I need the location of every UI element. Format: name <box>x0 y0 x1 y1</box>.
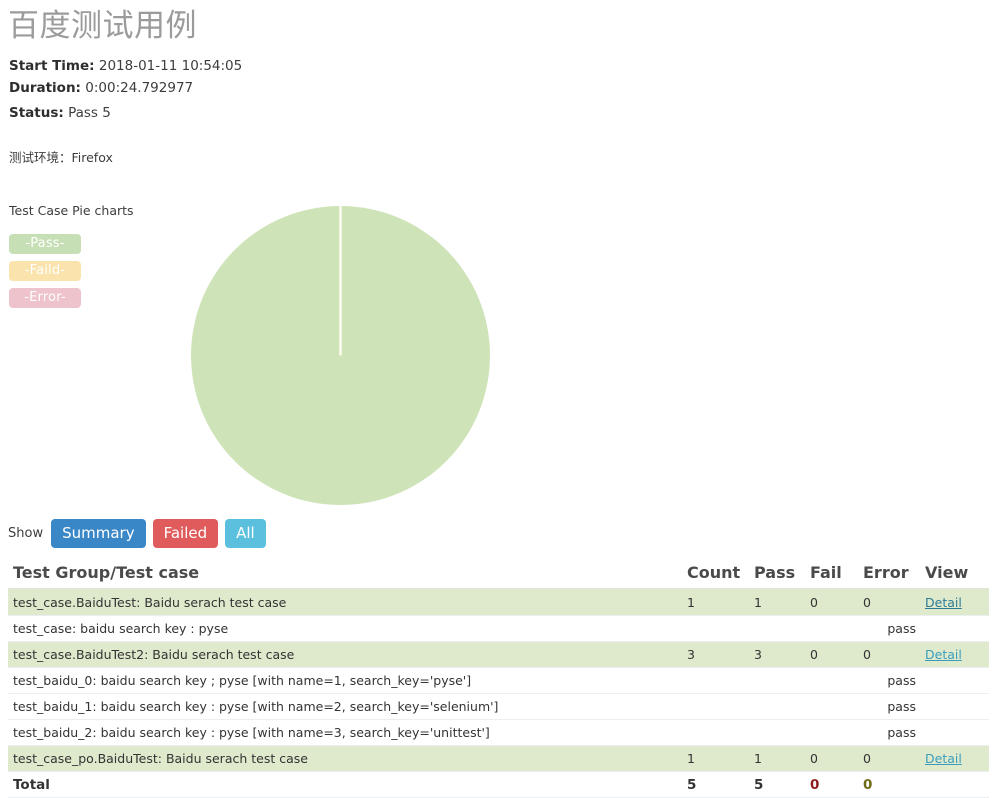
total-error-cell: 0 <box>858 771 920 798</box>
column-header-error[interactable]: Error <box>858 558 920 590</box>
count-cell: 3 <box>682 641 749 668</box>
column-header-fail[interactable]: Fail <box>805 558 858 590</box>
table-row[interactable]: test_baidu_1: baidu search key : pyse [w… <box>8 693 989 720</box>
total-fail-cell: 0 <box>805 771 858 798</box>
duration-value: 0:00:24.792977 <box>85 80 194 96</box>
filter-failed-button[interactable]: Failed <box>152 519 219 548</box>
test-case-name: test_baidu_2: baidu search key : pyse [w… <box>8 719 682 746</box>
table-total-row: Total 5 5 0 0 <box>8 771 989 798</box>
total-view-cell <box>920 771 989 798</box>
filter-summary-button[interactable]: Summary <box>51 519 146 548</box>
pie-chart-svg <box>191 206 490 505</box>
table-row[interactable]: test_baidu_2: baidu search key : pyse [w… <box>8 719 989 746</box>
pass-cell: 1 <box>749 745 805 772</box>
status-line: Status: Pass 5 <box>9 105 111 121</box>
detail-link[interactable]: Detail <box>925 647 962 662</box>
fail-cell: 0 <box>805 745 858 772</box>
environment-line: 测试环境：Firefox <box>9 150 113 165</box>
table-row[interactable]: test_case: baidu search key : pyse pass <box>8 615 989 642</box>
view-cell: Detail <box>920 745 989 772</box>
pie-legend: -Pass- -Faild- -Error- <box>9 234 81 315</box>
table-row[interactable]: test_case.BaiduTest2: Baidu serach test … <box>8 641 989 668</box>
test-group-name: test_case.BaiduTest2: Baidu serach test … <box>8 641 682 668</box>
duration-line: Duration: 0:00:24.792977 <box>9 80 193 96</box>
test-group-name: test_case.BaiduTest: Baidu serach test c… <box>8 589 682 616</box>
column-header-testcase[interactable]: Test Group/Test case <box>8 558 682 590</box>
verdict-cell: pass <box>805 693 920 720</box>
detail-link[interactable]: Detail <box>925 595 962 610</box>
count-cell <box>682 667 749 694</box>
total-pass-cell: 5 <box>749 771 805 798</box>
verdict-cell: pass <box>805 667 920 694</box>
total-label: Total <box>8 771 682 798</box>
legend-item-error[interactable]: -Error- <box>9 288 81 308</box>
pass-cell <box>749 615 805 642</box>
count-cell: 1 <box>682 589 749 616</box>
column-header-view[interactable]: View <box>920 558 989 590</box>
table-row[interactable]: test_case.BaiduTest: Baidu serach test c… <box>8 589 989 616</box>
pass-cell: 3 <box>749 641 805 668</box>
results-table-head: Test Group/Test case Count Pass Fail Err… <box>8 558 989 590</box>
pie-chart <box>191 206 490 505</box>
column-header-pass[interactable]: Pass <box>749 558 805 590</box>
legend-item-pass[interactable]: -Pass- <box>9 234 81 254</box>
count-cell <box>682 615 749 642</box>
start-time-label: Start Time: <box>9 58 95 74</box>
test-case-name: test_baidu_0: baidu search key ; pyse [w… <box>8 667 682 694</box>
results-table: Test Group/Test case Count Pass Fail Err… <box>8 558 989 798</box>
test-case-name: test_baidu_1: baidu search key : pyse [w… <box>8 693 682 720</box>
report-page: 百度测试用例 Start Time: 2018-01-11 10:54:05 D… <box>0 0 1002 798</box>
column-header-count[interactable]: Count <box>682 558 749 590</box>
pass-cell: 1 <box>749 589 805 616</box>
view-cell <box>920 693 989 720</box>
view-cell <box>920 667 989 694</box>
status-value: Pass 5 <box>68 105 111 121</box>
filter-toolbar: Show Summary Failed All <box>8 519 266 548</box>
verdict-cell: pass <box>805 719 920 746</box>
total-count-cell: 5 <box>682 771 749 798</box>
error-cell: 0 <box>858 745 920 772</box>
fail-cell: 0 <box>805 589 858 616</box>
page-title: 百度测试用例 <box>8 8 197 44</box>
verdict-cell: pass <box>805 615 920 642</box>
filter-all-button[interactable]: All <box>225 519 266 548</box>
count-cell <box>682 693 749 720</box>
pass-cell <box>749 667 805 694</box>
status-label: Status: <box>9 105 64 121</box>
pass-cell <box>749 719 805 746</box>
legend-item-faild[interactable]: -Faild- <box>9 261 81 281</box>
error-cell: 0 <box>858 589 920 616</box>
count-cell <box>682 719 749 746</box>
test-case-name: test_case: baidu search key : pyse <box>8 615 682 642</box>
pass-cell <box>749 693 805 720</box>
start-time-value: 2018-01-11 10:54:05 <box>98 58 243 74</box>
count-cell: 1 <box>682 745 749 772</box>
results-table-container: Test Group/Test case Count Pass Fail Err… <box>8 558 989 798</box>
error-cell: 0 <box>858 641 920 668</box>
table-row[interactable]: test_case_po.BaiduTest: Baidu serach tes… <box>8 745 989 772</box>
detail-link[interactable]: Detail <box>925 751 962 766</box>
start-time-line: Start Time: 2018-01-11 10:54:05 <box>9 58 242 74</box>
test-group-name: test_case_po.BaiduTest: Baidu serach tes… <box>8 745 682 772</box>
duration-label: Duration: <box>9 80 81 96</box>
view-cell: Detail <box>920 589 989 616</box>
fail-cell: 0 <box>805 641 858 668</box>
view-cell: Detail <box>920 641 989 668</box>
pie-chart-caption: Test Case Pie charts <box>9 203 134 218</box>
results-table-body: test_case.BaiduTest: Baidu serach test c… <box>8 589 989 798</box>
view-cell <box>920 719 989 746</box>
view-cell <box>920 615 989 642</box>
show-label: Show <box>8 526 44 541</box>
table-row[interactable]: test_baidu_0: baidu search key ; pyse [w… <box>8 667 989 694</box>
table-header-row: Test Group/Test case Count Pass Fail Err… <box>8 558 989 590</box>
